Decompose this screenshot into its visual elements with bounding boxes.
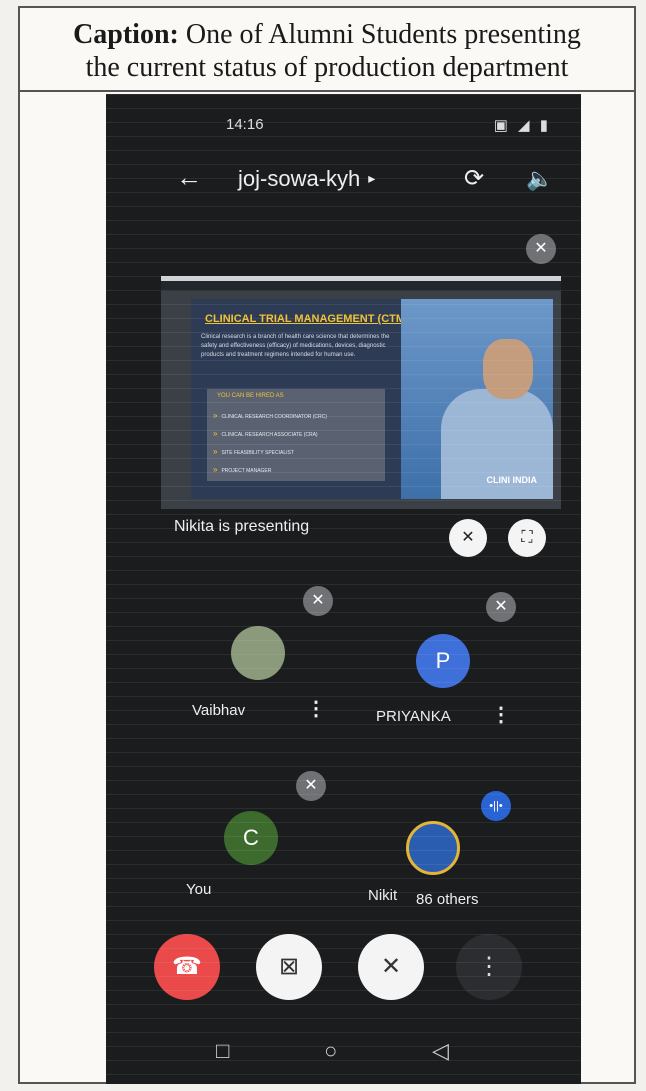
camera-flip-icon[interactable]: ⟳ (464, 164, 484, 193)
participant-name: Vaibhav (192, 702, 246, 719)
slide-list-item: PROJECT MANAGER (213, 465, 271, 474)
end-call-button[interactable]: ☎ (154, 934, 220, 1000)
slide-brand: CLINI INDIA (486, 475, 538, 485)
android-nav-bar: □ ○ ◁ (106, 1024, 581, 1084)
others-count[interactable]: 86 others (416, 891, 479, 908)
avatar (406, 821, 460, 875)
browser-toolbar (161, 281, 561, 291)
call-controls: ☎ ⊠ ✕ ⋮ (106, 934, 581, 1024)
slide-list-heading: YOU CAN BE HIRED AS (217, 393, 284, 399)
caption-text-line2: the current status of production departm… (85, 52, 569, 83)
status-time: 14:16 (226, 116, 264, 133)
status-indicators: ▣ ◢ ▮ (493, 117, 551, 134)
meeting-header: ← joj-sowa-kyh ▸ ⟳ 🔈 (106, 154, 581, 204)
speaker-icon[interactable]: 🔈 (526, 166, 553, 192)
avatar: P (416, 634, 470, 688)
more-options-button[interactable]: ⋮ (456, 934, 522, 1000)
caption-text: One of Alumni Students presenting (185, 19, 581, 50)
caption-label: Caption: (73, 19, 179, 50)
participant-name: PRIYANKA (376, 708, 451, 725)
audio-activity-icon: •||• (481, 791, 511, 821)
slide-photo: CLINI INDIA (401, 299, 553, 499)
video-off-button[interactable]: ⊠ (256, 934, 322, 1000)
back-arrow-icon[interactable]: ← (176, 162, 202, 193)
avatar: C (224, 811, 278, 865)
unpin-icon[interactable]: ✕ (449, 519, 487, 557)
fullscreen-icon[interactable]: ⛶ (508, 519, 546, 557)
slide-list-item: CLINICAL RESEARCH COORDINATOR (CRC) (213, 411, 326, 420)
participant-name: You (186, 881, 212, 898)
participant-name: Nikit (368, 887, 398, 904)
caption: Caption: One of Alumni Students presenti… (20, 8, 634, 92)
home-icon[interactable]: ○ (324, 1038, 337, 1064)
presentation-slide: CLINICAL TRIAL MANAGEMENT (CTM) Clinical… (191, 299, 553, 499)
participant-tile[interactable]: ✕ P PRIYANKA ⋮ (346, 584, 566, 754)
document-page: Caption: One of Alumni Students presenti… (18, 6, 636, 1084)
slide-body: Clinical research is a branch of health … (201, 334, 390, 358)
presenter-mic-off-icon: ✕ (526, 234, 556, 264)
recents-icon[interactable]: □ (216, 1038, 229, 1064)
participant-tile[interactable]: ✕ C You (146, 759, 366, 929)
more-options-icon[interactable]: ⋮ (306, 696, 326, 721)
presenting-label: Nikita is presenting (174, 518, 310, 535)
phone-screenshot: 14:16 ▣ ◢ ▮ ← joj-sowa-kyh ▸ ⟳ 🔈 ✕ CLINIC… (106, 94, 581, 1084)
slide-list-item: CLINICAL RESEARCH ASSOCIATE (CRA) (213, 429, 317, 438)
mic-off-icon: ✕ (296, 771, 326, 801)
slide-list-item: SITE FEASIBILITY SPECIALIST (213, 447, 293, 456)
photo-face (483, 339, 533, 399)
meeting-code[interactable]: joj-sowa-kyh ▸ (238, 166, 375, 192)
avatar (231, 626, 285, 680)
nav-back-icon[interactable]: ◁ (432, 1038, 449, 1064)
slide-list: YOU CAN BE HIRED AS CLINICAL RESEARCH CO… (207, 389, 385, 481)
shared-screen: CLINICAL TRIAL MANAGEMENT (CTM) Clinical… (161, 276, 561, 509)
meeting-code-text: joj-sowa-kyh (238, 166, 361, 191)
slide-title: CLINICAL TRIAL MANAGEMENT (CTM) (205, 313, 409, 325)
caret-right-icon: ▸ (368, 170, 376, 186)
more-options-icon[interactable]: ⋮ (491, 702, 511, 727)
mic-off-button[interactable]: ✕ (358, 934, 424, 1000)
mic-off-icon: ✕ (486, 592, 516, 622)
mic-off-icon: ✕ (303, 586, 333, 616)
participant-tile[interactable]: ✕ Vaibhav ⋮ (146, 584, 366, 754)
participant-tile[interactable]: •||• Nikit 86 others (346, 759, 566, 929)
